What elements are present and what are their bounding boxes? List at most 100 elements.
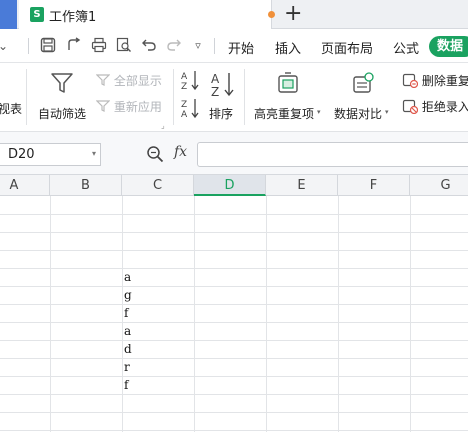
show-all-label: 全部显示: [113, 74, 162, 88]
filter-reapply-icon: [95, 100, 111, 112]
gridline: [0, 430, 468, 431]
svg-text:A: A: [181, 110, 188, 119]
menu-page-layout[interactable]: 页面布局: [321, 38, 373, 57]
formula-input[interactable]: [197, 142, 468, 167]
cell-c[interactable]: r: [124, 359, 184, 377]
cell-c[interactable]: a: [124, 323, 184, 341]
autofilter-button[interactable]: 自动筛选: [38, 69, 88, 125]
name-box[interactable]: D20 ▾: [0, 143, 101, 166]
new-tab-button[interactable]: +: [284, 2, 302, 26]
chevron-down-icon: ▾: [385, 108, 389, 116]
gridline: [0, 268, 468, 269]
sort-descending-icon: ZA: [181, 99, 199, 120]
menu-home[interactable]: 开始: [228, 38, 254, 57]
cell-c[interactable]: a: [124, 269, 184, 287]
remove-duplicates-label: 删除重复: [421, 74, 468, 88]
spreadsheet-icon: S: [30, 7, 44, 22]
column-header-d[interactable]: D: [194, 175, 266, 196]
zoom-icon[interactable]: [146, 145, 164, 163]
spreadsheet-grid[interactable]: a g f a d r f: [0, 196, 468, 432]
gridline: [0, 304, 468, 305]
redo-icon[interactable]: [164, 37, 184, 55]
gridline: [0, 322, 468, 323]
export-icon[interactable]: [64, 37, 84, 55]
sort-descending-button[interactable]: ZA: [180, 97, 202, 122]
filter-clear-icon: [95, 74, 111, 86]
remove-duplicates-button[interactable]: 删除重复: [402, 72, 468, 89]
previous-tab-stub[interactable]: [0, 0, 17, 29]
data-ribbon: 视表 自动筛选 全部显示 重新应用 ⌟ AZ ZA AZ 排序 高亮重复项 ▾ …: [0, 63, 468, 132]
divider: [173, 69, 174, 125]
data-compare-label: 数据对比: [334, 107, 383, 121]
svg-text:Z: Z: [181, 82, 187, 91]
autofilter-label: 自动筛选: [38, 107, 87, 121]
highlight-duplicates-label: 高亮重复项: [254, 107, 315, 121]
print-icon[interactable]: [89, 37, 109, 55]
save-icon[interactable]: [38, 37, 58, 55]
unsaved-indicator-icon: [268, 11, 275, 18]
remove-duplicates-icon: [402, 73, 419, 89]
undo-icon[interactable]: [139, 37, 159, 55]
reject-duplicate-entry-label: 拒绝录入: [421, 100, 468, 114]
divider: [244, 69, 245, 125]
sort-icon: AZ: [211, 72, 234, 97]
menu-formulas[interactable]: 公式: [393, 38, 419, 57]
chevron-down-icon: ▾: [317, 108, 321, 116]
gridline: [0, 286, 468, 287]
data-compare-icon: [353, 72, 374, 93]
sort-ascending-button[interactable]: AZ: [180, 69, 202, 94]
gridline: [0, 376, 468, 377]
cell-c[interactable]: d: [124, 341, 184, 359]
gridline: [0, 358, 468, 359]
menu-row: ⌄ ▿ 开始 插入 页面布局 公式 数据: [0, 29, 468, 63]
column-header-a[interactable]: A: [0, 175, 50, 196]
workbook-tab-title: 工作簿1: [49, 10, 97, 25]
gridline: [0, 214, 468, 215]
column-header-b[interactable]: B: [50, 175, 122, 196]
menu-data[interactable]: 数据: [429, 36, 468, 57]
chevron-down-icon[interactable]: ▾: [92, 149, 96, 158]
dialog-launcher-icon[interactable]: ⌟: [161, 121, 165, 130]
svg-text:Z: Z: [181, 100, 187, 110]
name-box-value: D20: [8, 147, 35, 162]
cell-c[interactable]: f: [124, 305, 184, 323]
divider: [214, 38, 215, 54]
gridline: [0, 250, 468, 251]
column-header-e[interactable]: E: [266, 175, 338, 196]
reapply-button[interactable]: 重新应用: [95, 98, 162, 115]
gridline: [0, 232, 468, 233]
tab-bar: S 工作簿1 +: [0, 0, 468, 29]
customize-dropdown-icon[interactable]: ▿: [191, 37, 205, 55]
svg-text:Z: Z: [211, 85, 219, 97]
data-compare-button[interactable]: 数据对比 ▾: [334, 69, 394, 125]
gridline: [0, 412, 468, 413]
column-header-c[interactable]: C: [122, 175, 194, 196]
insert-function-button[interactable]: fx: [174, 144, 187, 160]
reject-entry-icon: [402, 99, 419, 115]
highlight-duplicates-icon: [278, 72, 298, 93]
menu-insert[interactable]: 插入: [275, 38, 301, 57]
menu-chevron-icon[interactable]: ⌄: [0, 37, 10, 55]
sort-ascending-icon: AZ: [181, 71, 199, 92]
divider: [28, 38, 29, 54]
formula-bar: D20 ▾ fx: [0, 132, 468, 175]
show-all-button[interactable]: 全部显示: [95, 72, 162, 89]
reject-duplicate-entry-button[interactable]: 拒绝录入: [402, 98, 468, 115]
pivot-table-label[interactable]: 视表: [0, 100, 22, 117]
gridline: [0, 394, 468, 395]
sort-label: 排序: [209, 107, 234, 121]
reapply-label: 重新应用: [113, 100, 162, 114]
sort-button[interactable]: AZ 排序: [206, 69, 238, 125]
cell-c[interactable]: f: [124, 377, 184, 395]
gridline: [0, 340, 468, 341]
print-preview-icon[interactable]: [114, 37, 134, 55]
highlight-duplicates-button[interactable]: 高亮重复项 ▾: [254, 69, 324, 125]
filter-icon: [51, 73, 73, 93]
cell-c[interactable]: g: [124, 287, 184, 305]
divider: [26, 69, 27, 125]
column-header-g[interactable]: G: [410, 175, 468, 196]
column-header-f[interactable]: F: [338, 175, 410, 196]
svg-text:A: A: [181, 72, 188, 82]
workbook-tab[interactable]: S 工作簿1: [19, 0, 275, 29]
svg-text:A: A: [211, 72, 220, 86]
